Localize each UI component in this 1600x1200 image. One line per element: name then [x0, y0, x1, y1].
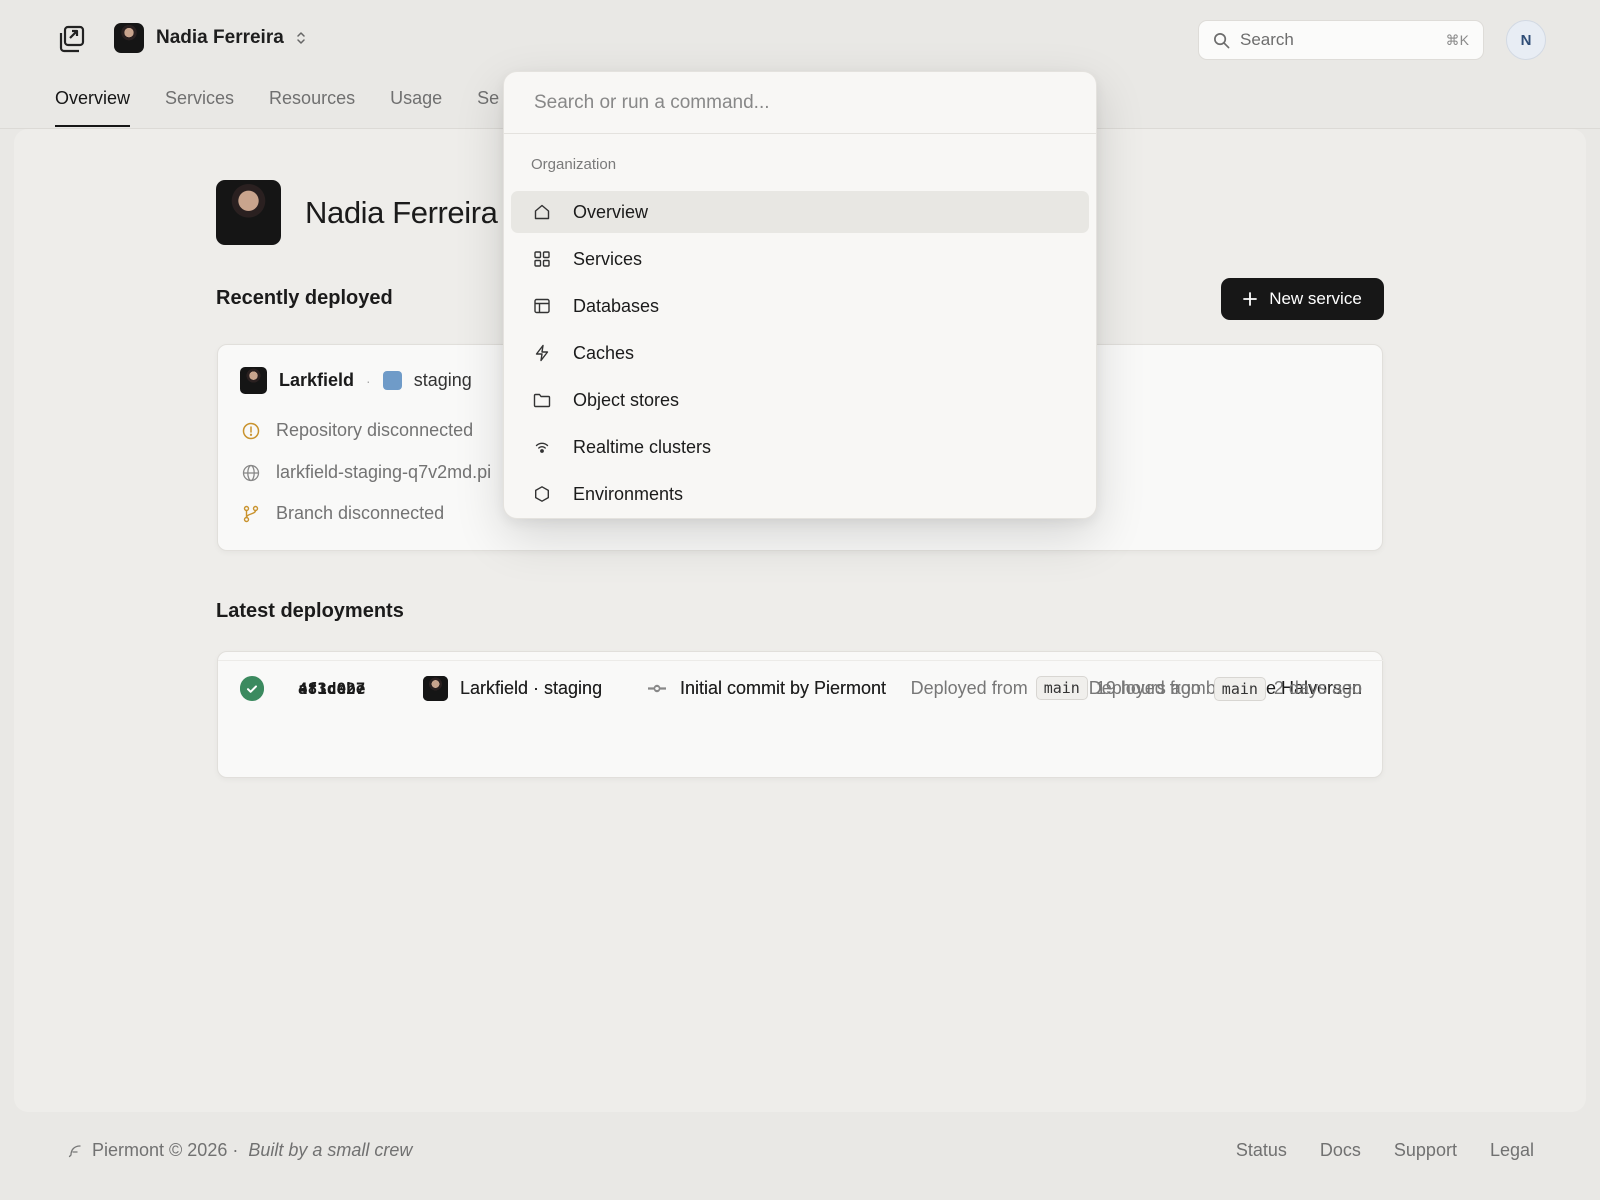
footer-brand: Piermont © 2026 · Built by a small crew: [68, 1140, 412, 1161]
service-name: Larkfield: [279, 370, 355, 390]
commit-sha[interactable]: a83de27: [298, 679, 365, 698]
palette-item-label: Environments: [573, 483, 684, 504]
palette-item-databases[interactable]: Databases: [511, 285, 1089, 327]
palette-item-label: Caches: [573, 342, 635, 363]
palette-item-label: Databases: [573, 295, 660, 316]
repo-status-row: Repository disconnected: [242, 420, 473, 441]
deployment-meta: Deployed from main 2 days ago: [1088, 676, 1362, 701]
palette-item-label: Object stores: [573, 389, 680, 410]
footer-link-legal[interactable]: Legal: [1490, 1140, 1534, 1161]
branch-status-text: Branch disconnected: [276, 503, 445, 523]
search-shortcut: ⌘K: [1445, 31, 1469, 48]
tab-services[interactable]: Services: [165, 88, 234, 125]
latest-deployments-heading: Latest deployments: [216, 600, 404, 622]
tab-settings[interactable]: Se: [477, 88, 499, 125]
palette-item-label: Services: [573, 248, 643, 269]
tab-resources[interactable]: Resources: [269, 88, 355, 125]
tab-overview[interactable]: Overview: [55, 88, 131, 127]
tab-usage[interactable]: Usage: [390, 88, 442, 125]
deployed-from-label: Deployed from: [1088, 678, 1206, 698]
new-service-label: New service: [1269, 289, 1362, 308]
environment-color-swatch: [382, 371, 402, 390]
palette-item-label: Overview: [573, 201, 649, 222]
service-card-header: Larkfield · staging: [240, 367, 472, 394]
success-check-icon: [240, 676, 264, 701]
footer: Piermont © 2026 · Built by a small crew …: [0, 1140, 1600, 1170]
footer-link-docs[interactable]: Docs: [1320, 1140, 1361, 1161]
palette-item-services[interactable]: Services: [511, 238, 1089, 280]
plus-icon: [1243, 292, 1258, 306]
palette-item-environments[interactable]: Environments: [511, 473, 1089, 515]
deployment-time: 2 days ago: [1273, 678, 1362, 698]
broadcast-icon: [535, 442, 549, 453]
branch-badge[interactable]: main: [1213, 676, 1266, 701]
recently-deployed-heading: Recently deployed: [216, 287, 393, 309]
new-service-button[interactable]: New service: [1221, 278, 1384, 320]
branch-status-row: Branch disconnected: [242, 503, 444, 524]
org-avatar: [114, 23, 144, 53]
deployment-commit: Initial commit by Piermont: [648, 678, 886, 699]
deployments-card: 4f1c0be Larkfield · staging Initial comm…: [217, 651, 1384, 778]
environment-name: staging: [413, 370, 472, 390]
org-switcher[interactable]: Nadia Ferreira: [114, 23, 306, 53]
profile-header: Nadia Ferreira: [216, 180, 498, 245]
service-url[interactable]: larkfield-staging-q7v2md.pi: [276, 462, 491, 483]
service-avatar: [423, 676, 448, 701]
search-icon: [1214, 32, 1230, 48]
bolt-icon: [535, 344, 549, 362]
palette-item-caches[interactable]: Caches: [511, 332, 1089, 374]
palette-item-object-stores[interactable]: Object stores: [511, 379, 1089, 421]
git-branch-icon: [243, 505, 259, 522]
hexagon-icon: [535, 486, 549, 502]
repo-status-text: Repository disconnected: [276, 420, 474, 440]
footer-links: Status Docs Support Legal: [1236, 1140, 1534, 1161]
table-icon: [534, 298, 550, 314]
deployment-service-label: Larkfield · staging: [460, 678, 603, 698]
top-bar: Nadia Ferreira Search ⌘K N: [0, 0, 1600, 80]
footer-tagline: Built by a small crew: [248, 1140, 413, 1160]
deployment-service[interactable]: Larkfield · staging: [423, 676, 602, 701]
warning-circle-icon: [242, 422, 260, 439]
service-avatar: [240, 367, 267, 394]
org-name: Nadia Ferreira: [156, 27, 284, 48]
global-search[interactable]: Search ⌘K: [1198, 20, 1484, 60]
globe-icon: [242, 464, 260, 481]
chevron-up-down-icon: [297, 32, 305, 44]
search-placeholder: Search: [1240, 30, 1294, 49]
palette-item-label: Realtime clusters: [573, 436, 712, 457]
feather-icon: [68, 1144, 81, 1157]
deployment-row[interactable]: a83de27 Larkfield · staging Initial comm…: [218, 660, 1384, 716]
profile-avatar: [216, 180, 281, 245]
commit-message: Initial commit by Piermont: [680, 678, 887, 698]
footer-copyright: Piermont © 2026 ·: [92, 1140, 239, 1160]
user-avatar[interactable]: N: [1506, 20, 1546, 60]
command-search-input[interactable]: [504, 72, 1096, 134]
service-url-row[interactable]: larkfield-staging-q7v2md.pi: [242, 462, 491, 483]
app-logo-icon[interactable]: [56, 24, 86, 54]
separator-dot: ·: [366, 372, 371, 389]
folder-icon: [533, 393, 551, 408]
command-palette: Organization Overview Services Databases…: [503, 71, 1097, 519]
main-tabs: Overview Services Resources Usage Se: [55, 88, 499, 127]
home-icon: [534, 204, 550, 220]
git-commit-icon: [648, 685, 666, 692]
footer-link-support[interactable]: Support: [1394, 1140, 1457, 1161]
palette-group-label: Organization: [531, 156, 617, 173]
palette-item-realtime-clusters[interactable]: Realtime clusters: [511, 426, 1089, 468]
palette-item-overview[interactable]: Overview: [511, 191, 1089, 233]
grid-icon: [534, 251, 550, 267]
footer-link-status[interactable]: Status: [1236, 1140, 1287, 1161]
profile-name: Nadia Ferreira: [305, 194, 498, 230]
